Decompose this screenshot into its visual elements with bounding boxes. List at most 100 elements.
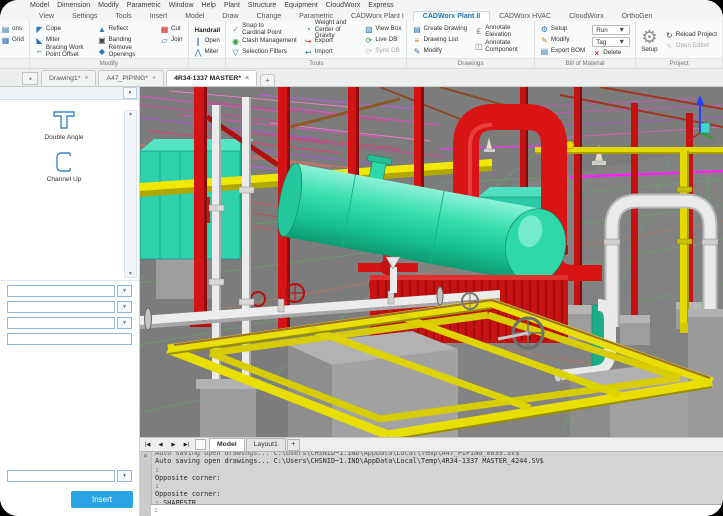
menu-equipment[interactable]: Equipment bbox=[280, 2, 321, 9]
ribbon-tab-change[interactable]: Change bbox=[248, 12, 291, 21]
ribbon-tab-draw[interactable]: Draw bbox=[213, 12, 247, 21]
join-button[interactable]: ▱Join bbox=[160, 36, 183, 45]
drawing-tab-4r34-1337-master[interactable]: 4R34-1337 MASTER*× bbox=[166, 70, 257, 86]
cut-button[interactable]: ▦Cut bbox=[160, 25, 183, 34]
remove-openings-button[interactable]: ◆Remove Openings bbox=[97, 47, 153, 57]
scroll-left-icon: ◂ bbox=[29, 76, 32, 82]
palette-dropdown-button[interactable]: ▾ bbox=[123, 87, 137, 99]
export-button[interactable]: ↪Export bbox=[304, 37, 358, 46]
ribbon-tab-orthogen[interactable]: OrthoGen bbox=[613, 12, 662, 21]
cut-icon: ▦ bbox=[160, 26, 169, 34]
prev-layout-button[interactable]: ◀ bbox=[155, 440, 166, 450]
combo-dropdown-button[interactable]: ▾ bbox=[117, 470, 132, 482]
command-input[interactable]: : bbox=[151, 504, 723, 516]
chevron-down-icon: ▾ bbox=[129, 90, 132, 96]
menu-express[interactable]: Express bbox=[364, 2, 397, 9]
live-db-button[interactable]: ⟳Live DB bbox=[364, 36, 401, 45]
combo-dropdown-button[interactable]: ▾ bbox=[117, 285, 132, 297]
shape-size-combo-1: ▾ bbox=[7, 285, 132, 297]
import-button[interactable]: ↩Import bbox=[304, 48, 358, 57]
combo-textbox[interactable] bbox=[7, 285, 115, 297]
menu-cloudworx[interactable]: CloudWorx bbox=[322, 2, 365, 9]
palette-item-channel-up[interactable]: Channel Up bbox=[14, 150, 114, 184]
close-icon[interactable]: × bbox=[140, 452, 151, 461]
cope-button[interactable]: ◤Cope bbox=[35, 25, 91, 34]
bracing-work-point-offset-button[interactable]: ⌐Bracing Work Point Offset bbox=[35, 47, 91, 57]
sync-db-button[interactable]: ⟳Sync DB bbox=[364, 47, 401, 56]
scroll-up-icon[interactable]: ▲ bbox=[128, 111, 133, 117]
partial-button[interactable]: ▤ons bbox=[1, 25, 24, 34]
selection-filters-button[interactable]: ▽Selection Filters bbox=[231, 48, 297, 57]
miter-icon: ◣ bbox=[35, 37, 44, 45]
tab-layout1[interactable]: Layout1 bbox=[246, 438, 286, 452]
menu-window[interactable]: Window bbox=[165, 2, 198, 9]
view-box-button[interactable]: ▧View Box bbox=[364, 25, 401, 34]
banding-icon: ▣ bbox=[97, 37, 106, 45]
project-setup-button[interactable]: ⚙ Setup bbox=[641, 23, 657, 57]
menu-model[interactable]: Model bbox=[26, 2, 53, 9]
snap-cardinal-point-button[interactable]: ✓Snap to Cardinal Point bbox=[231, 25, 297, 35]
combo-textbox[interactable] bbox=[7, 470, 115, 482]
combo-dropdown-button[interactable]: ▾ bbox=[117, 301, 132, 313]
ribbon-tab-settings[interactable]: Settings bbox=[63, 12, 106, 21]
new-drawing-tab-button[interactable]: + bbox=[260, 74, 275, 86]
menu-plant[interactable]: Plant bbox=[220, 2, 244, 9]
bom-modify-button[interactable]: ✎Modify bbox=[540, 36, 585, 45]
first-layout-button[interactable]: |◀ bbox=[142, 440, 153, 450]
viewport-3d-scene[interactable] bbox=[140, 87, 723, 437]
ribbon-tab-model[interactable]: Model bbox=[176, 12, 213, 21]
palette-item-double-angle[interactable]: Double Angle bbox=[14, 108, 114, 142]
close-icon[interactable]: × bbox=[84, 75, 88, 82]
delete-button[interactable]: ×Delete bbox=[592, 49, 630, 58]
next-layout-button[interactable]: ▶ bbox=[168, 440, 179, 450]
export-bom-button[interactable]: ▤Export BOM bbox=[540, 47, 585, 56]
shape-text-field bbox=[7, 333, 132, 345]
ribbon-tab-cadworx-plant-2[interactable]: CADWorx Plant II bbox=[413, 11, 490, 21]
tag-dropdown[interactable]: Tag▾ bbox=[592, 37, 630, 47]
ribbon-tab-view[interactable]: View bbox=[30, 12, 63, 21]
handrail-open-button[interactable]: ∥Open bbox=[194, 37, 221, 46]
chevron-down-icon: ▾ bbox=[617, 38, 626, 46]
weight-cog-button[interactable]: ◔Weight and Center of Gravity bbox=[304, 25, 358, 35]
insert-button[interactable]: Insert bbox=[71, 491, 133, 508]
close-icon[interactable]: × bbox=[245, 75, 249, 82]
create-drawing-button[interactable]: ▤Create Drawing bbox=[412, 25, 467, 34]
model-viewport[interactable] bbox=[140, 87, 723, 437]
drawing-tab-a47-piping[interactable]: A47_PIPING*× bbox=[98, 70, 164, 86]
menu-dimension[interactable]: Dimension bbox=[53, 2, 94, 9]
menu-help[interactable]: Help bbox=[198, 2, 220, 9]
drawing-tab-drawing1[interactable]: Drawing1*× bbox=[41, 70, 96, 86]
annotate-elevation-button[interactable]: ₤Annotate Elevation bbox=[474, 25, 529, 38]
bom-setup-button[interactable]: ⚙Setup bbox=[540, 25, 585, 34]
menu-structure[interactable]: Structure bbox=[244, 2, 280, 9]
drawing-tab-scroll-button[interactable]: ◂ bbox=[22, 72, 38, 85]
ribbon-tab-cadworx-hvac[interactable]: CADWorx HVAC bbox=[490, 12, 560, 21]
combo-textbox[interactable] bbox=[7, 301, 115, 313]
menu-modify[interactable]: Modify bbox=[94, 2, 123, 9]
reload-project-button[interactable]: ↻Reload Project bbox=[665, 31, 717, 40]
clash-management-button[interactable]: ◉Clash Management bbox=[231, 37, 297, 46]
menu-parametric[interactable]: Parametric bbox=[123, 2, 165, 9]
drawings-modify-button[interactable]: ✎Modify bbox=[412, 47, 467, 56]
handrail-header[interactable]: Handrail bbox=[194, 25, 221, 35]
handrail-miter-button[interactable]: ⋀Miter bbox=[194, 48, 221, 57]
run-dropdown[interactable]: Run▾ bbox=[592, 25, 630, 35]
ribbon-tab-insert[interactable]: Insert bbox=[141, 12, 177, 21]
last-layout-button[interactable]: ▶| bbox=[181, 440, 192, 450]
scroll-down-icon[interactable]: ▼ bbox=[128, 271, 133, 277]
text-input[interactable] bbox=[7, 333, 132, 345]
palette-scrollbar[interactable]: ▲ ▼ bbox=[124, 110, 137, 278]
ribbon-tab-tools[interactable]: Tools bbox=[106, 12, 140, 21]
close-icon[interactable]: × bbox=[152, 75, 156, 82]
ribbon-tab-cloudworx[interactable]: CloudWorx bbox=[560, 12, 613, 21]
drawing-list-button[interactable]: ≡Drawing List bbox=[412, 36, 467, 45]
new-layout-button[interactable]: + bbox=[287, 439, 300, 451]
join-icon: ▱ bbox=[160, 37, 169, 45]
combo-textbox[interactable] bbox=[7, 317, 115, 329]
annotate-component-button[interactable]: ◫Annotate Component bbox=[474, 40, 529, 53]
reflect-button[interactable]: ▲Reflect bbox=[97, 25, 153, 34]
tab-model[interactable]: Model bbox=[209, 438, 245, 452]
grid-button[interactable]: ▦Grid bbox=[1, 36, 24, 45]
combo-dropdown-button[interactable]: ▾ bbox=[117, 317, 132, 329]
open-editor-button[interactable]: ✎Open Editor bbox=[665, 42, 717, 51]
